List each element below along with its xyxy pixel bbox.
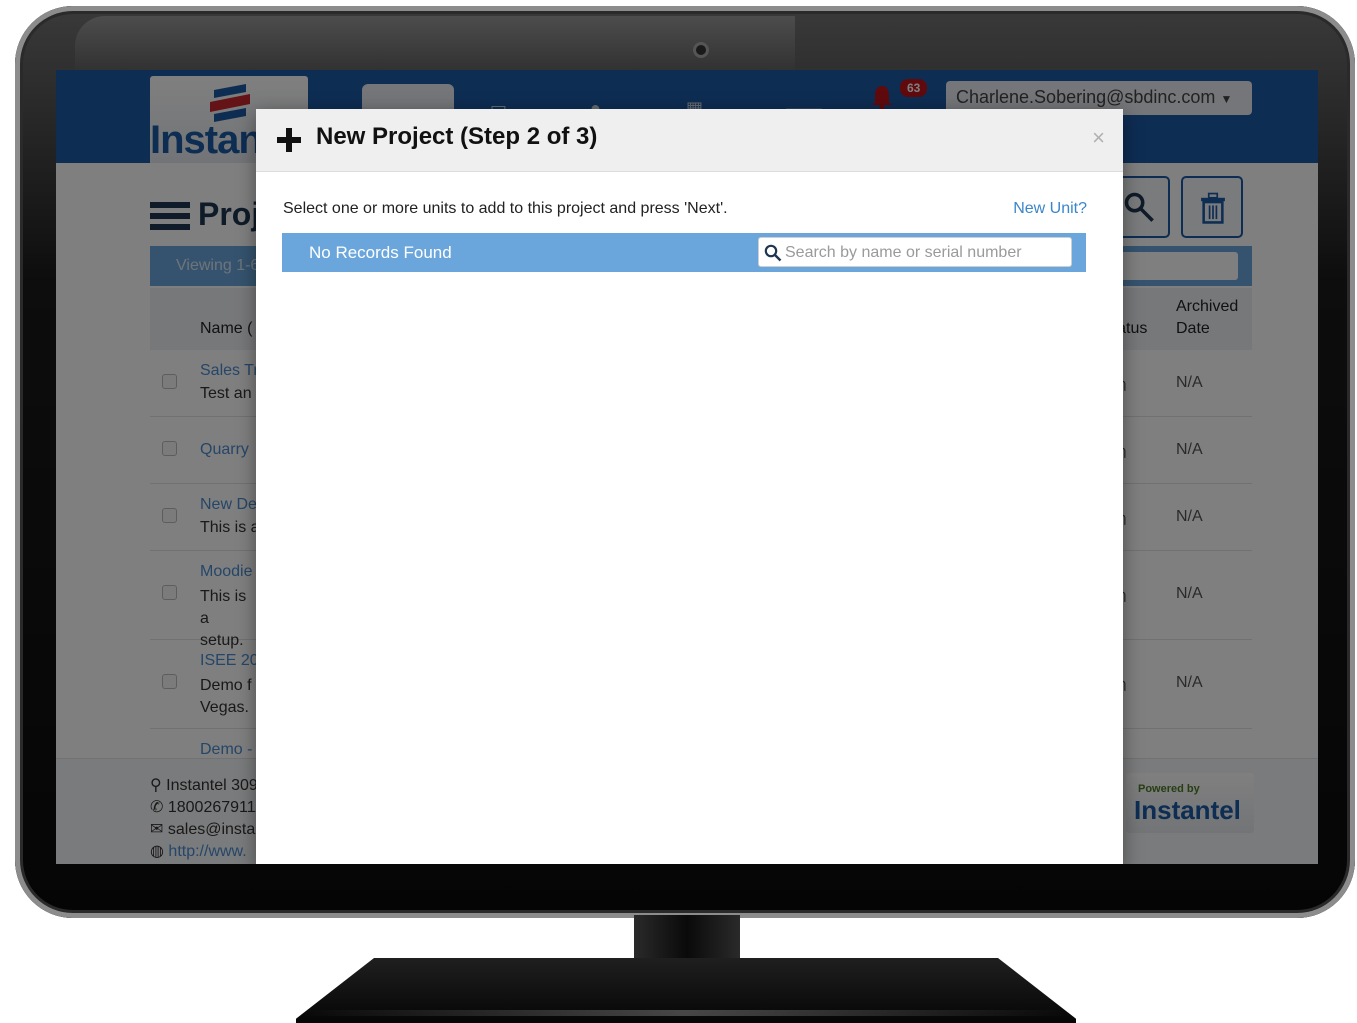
units-results-bar: No Records Found xyxy=(282,233,1086,272)
screen: Instantel ▭ ● ▦ ▬▬ 63 Charlene.Sobering@… xyxy=(56,70,1318,864)
plus-icon xyxy=(277,128,301,152)
modal-title: New Project (Step 2 of 3) xyxy=(316,123,598,150)
unit-search-input[interactable] xyxy=(785,240,1065,265)
monitor-glare xyxy=(75,16,795,76)
modal-instructions: Select one or more units to add to this … xyxy=(283,200,728,217)
webcam-icon xyxy=(693,42,709,58)
monitor-stand-reflection xyxy=(300,1010,1072,1016)
new-project-modal: New Project (Step 2 of 3) × Select one o… xyxy=(256,109,1123,864)
monitor-stand-neck xyxy=(634,915,740,963)
close-icon[interactable]: × xyxy=(1092,127,1105,149)
no-records-text: No Records Found xyxy=(309,243,452,262)
modal-header: New Project (Step 2 of 3) × xyxy=(256,109,1123,172)
new-unit-link[interactable]: New Unit? xyxy=(1013,200,1087,218)
search-icon xyxy=(764,244,782,262)
unit-search-box[interactable] xyxy=(758,237,1072,267)
